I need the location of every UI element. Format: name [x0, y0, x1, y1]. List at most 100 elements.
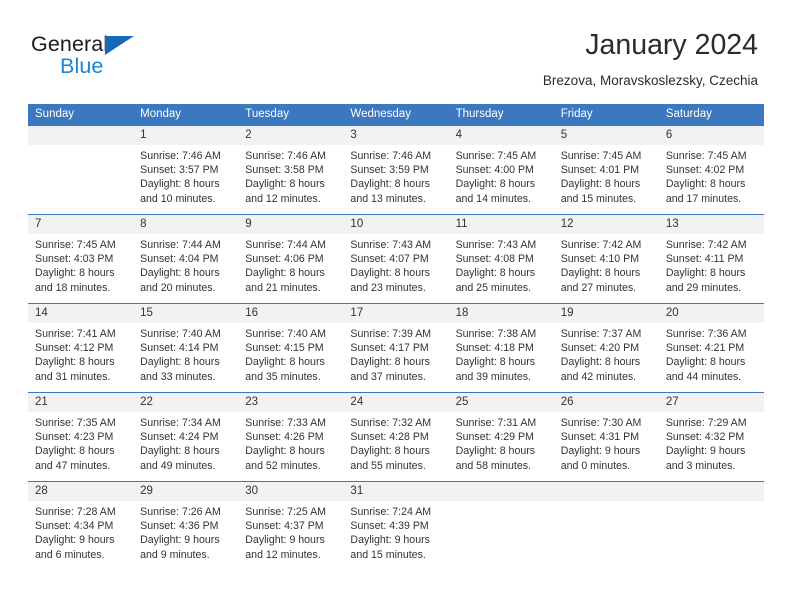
day-detail-line: Daylight: 8 hours	[455, 445, 536, 458]
day-detail-line: Sunset: 4:39 PM	[350, 520, 429, 533]
day-detail-block: Sunrise: 7:43 AM Sunset: 4:07 PM Daylight:…	[343, 234, 448, 295]
day-detail-line: Sunrise: 7:35 AM	[35, 417, 116, 429]
calendar-day-cell[interactable]: 14 Sunrise: 7:41 AM Sunset: 4:12 PM Dayligh…	[28, 303, 134, 393]
day-detail-line: Daylight: 8 hours	[350, 445, 430, 458]
calendar-day-cell[interactable]: 7 Sunrise: 7:45 AM Sunset: 4:03 PM Daylight…	[28, 214, 134, 304]
day-detail-line: Daylight: 8 hours	[245, 267, 325, 280]
calendar-day-cell[interactable]: 20 Sunrise: 7:36 AM Sunset: 4:21 PM Dayligh…	[658, 303, 764, 393]
day-detail-line: Sunrise: 7:42 AM	[665, 239, 747, 251]
calendar-week-row: 14 Sunrise: 7:41 AM Sunset: 4:12 PM Dayligh…	[28, 303, 764, 393]
calendar-day-cell[interactable]: 28 Sunrise: 7:28 AM Sunset: 4:34 PM Dayligh…	[28, 481, 134, 570]
day-detail-line: Sunset: 4:03 PM	[35, 253, 114, 266]
page-title: January 2024	[585, 29, 758, 61]
day-number	[28, 126, 134, 145]
day-detail-line: and 39 minutes.	[455, 370, 531, 383]
day-detail-line: and 42 minutes.	[560, 370, 637, 383]
calendar-day-cell[interactable]: 13 Sunrise: 7:42 AM Sunset: 4:11 PM Dayligh…	[658, 214, 764, 304]
calendar-week-row: 28 Sunrise: 7:28 AM Sunset: 4:34 PM Dayligh…	[28, 481, 764, 570]
calendar-day-cell[interactable]: 30 Sunrise: 7:25 AM Sunset: 4:37 PM Dayligh…	[238, 481, 344, 570]
day-detail-block: Sunrise: 7:44 AM Sunset: 4:04 PM Daylight:…	[133, 234, 238, 295]
day-detail-line: Daylight: 8 hours	[35, 445, 115, 458]
day-detail-line: Sunrise: 7:34 AM	[140, 417, 221, 429]
day-detail-line: Sunrise: 7:46 AM	[350, 150, 432, 162]
day-number: 16	[238, 304, 344, 323]
day-detail-block: Sunrise: 7:45 AM Sunset: 4:01 PM Daylight:…	[554, 145, 659, 206]
day-detail-block: Sunrise: 7:45 AM Sunset: 4:00 PM Daylight:…	[449, 145, 554, 206]
calendar-day-cell[interactable]: 16 Sunrise: 7:40 AM Sunset: 4:15 PM Dayligh…	[238, 303, 344, 393]
calendar-day-cell[interactable]: 24 Sunrise: 7:32 AM Sunset: 4:28 PM Dayligh…	[343, 392, 449, 482]
day-number: 19	[553, 304, 659, 323]
day-detail-line: Sunrise: 7:40 AM	[140, 328, 221, 340]
calendar-day-cell[interactable]: 2 Sunrise: 7:46 AM Sunset: 3:58 PM Daylight…	[238, 126, 344, 215]
day-detail-line: Sunrise: 7:39 AM	[350, 328, 432, 340]
day-detail-line: Daylight: 8 hours	[140, 178, 220, 191]
calendar-day-cell[interactable]: 1 Sunrise: 7:46 AM Sunset: 3:57 PM Daylight…	[133, 126, 239, 215]
day-detail-line: Sunset: 4:07 PM	[350, 253, 429, 266]
day-detail-line: Sunset: 4:36 PM	[140, 520, 219, 533]
day-number: 7	[28, 215, 134, 234]
day-detail-line: Daylight: 8 hours	[455, 267, 536, 280]
day-detail-line: and 37 minutes.	[350, 370, 426, 383]
calendar-day-cell[interactable]: 8 Sunrise: 7:44 AM Sunset: 4:04 PM Daylight…	[133, 214, 239, 304]
day-number: 29	[133, 482, 239, 501]
calendar-day-cell[interactable]: 3 Sunrise: 7:46 AM Sunset: 3:59 PM Daylight…	[343, 126, 449, 215]
day-detail-line: Sunset: 4:26 PM	[245, 431, 324, 444]
day-detail-line: Sunrise: 7:33 AM	[245, 417, 326, 429]
day-number: 14	[28, 304, 134, 323]
day-detail-line: Sunset: 3:58 PM	[245, 164, 324, 177]
calendar-day-cell[interactable]: 10 Sunrise: 7:43 AM Sunset: 4:07 PM Dayligh…	[343, 214, 449, 304]
day-detail-line: Sunset: 4:08 PM	[455, 253, 534, 266]
calendar-day-cell[interactable]: 29 Sunrise: 7:26 AM Sunset: 4:36 PM Dayligh…	[133, 481, 239, 570]
day-detail-line: Daylight: 8 hours	[350, 178, 430, 191]
day-detail-line: Sunrise: 7:32 AM	[350, 417, 432, 429]
calendar-day-cell[interactable]: 31 Sunrise: 7:24 AM Sunset: 4:39 PM Dayligh…	[343, 481, 449, 570]
calendar-day-cell[interactable]: 27 Sunrise: 7:29 AM Sunset: 4:32 PM Dayligh…	[658, 392, 764, 482]
calendar-day-cell[interactable]: 15 Sunrise: 7:40 AM Sunset: 4:14 PM Dayligh…	[133, 303, 239, 393]
day-number: 5	[553, 126, 659, 145]
calendar-day-cell[interactable]: 18 Sunrise: 7:38 AM Sunset: 4:18 PM Dayligh…	[448, 303, 554, 393]
weekday-header-saturday: Saturday	[658, 104, 764, 126]
day-detail-block: Sunrise: 7:36 AM Sunset: 4:21 PM Daylight:…	[659, 323, 764, 384]
day-detail-block: Sunrise: 7:40 AM Sunset: 4:14 PM Daylight:…	[133, 323, 238, 384]
day-detail-line: Sunset: 4:17 PM	[350, 342, 429, 355]
day-detail-line: Sunset: 4:24 PM	[140, 431, 219, 444]
day-detail-line: Daylight: 8 hours	[665, 267, 746, 280]
day-number: 30	[238, 482, 344, 501]
calendar-day-cell[interactable]: 19 Sunrise: 7:37 AM Sunset: 4:20 PM Dayligh…	[553, 303, 659, 393]
calendar-day-cell[interactable]: 23 Sunrise: 7:33 AM Sunset: 4:26 PM Dayligh…	[238, 392, 344, 482]
day-detail-line: Daylight: 8 hours	[140, 356, 220, 369]
day-detail-line: and 58 minutes.	[455, 459, 531, 472]
day-detail-line: and 15 minutes.	[560, 192, 637, 205]
calendar-day-cell[interactable]: 12 Sunrise: 7:42 AM Sunset: 4:10 PM Dayligh…	[553, 214, 659, 304]
calendar-day-cell[interactable]: 17 Sunrise: 7:39 AM Sunset: 4:17 PM Dayligh…	[343, 303, 449, 393]
day-detail-line: Sunrise: 7:40 AM	[245, 328, 326, 340]
day-detail-line: Sunrise: 7:38 AM	[455, 328, 537, 340]
calendar-day-cell[interactable]: 26 Sunrise: 7:30 AM Sunset: 4:31 PM Dayligh…	[553, 392, 659, 482]
calendar-day-cell[interactable]: 5 Sunrise: 7:45 AM Sunset: 4:01 PM Daylight…	[553, 126, 659, 215]
weekday-header-row: Sunday Monday Tuesday Wednesday Thursday…	[28, 104, 764, 126]
day-detail-line: Daylight: 8 hours	[455, 356, 536, 369]
calendar-day-cell[interactable]: 11 Sunrise: 7:43 AM Sunset: 4:08 PM Dayligh…	[448, 214, 554, 304]
calendar-day-cell[interactable]: 6 Sunrise: 7:45 AM Sunset: 4:02 PM Daylight…	[658, 126, 764, 215]
day-number: 15	[133, 304, 239, 323]
day-detail-line: Sunrise: 7:43 AM	[350, 239, 432, 251]
day-detail-line: and 17 minutes.	[665, 192, 742, 205]
day-detail-line: and 12 minutes.	[245, 192, 321, 205]
day-detail-block: Sunrise: 7:41 AM Sunset: 4:12 PM Daylight:…	[28, 323, 133, 384]
calendar-day-cell[interactable]: 4 Sunrise: 7:45 AM Sunset: 4:00 PM Daylight…	[448, 126, 554, 215]
calendar-day-cell[interactable]: 25 Sunrise: 7:31 AM Sunset: 4:29 PM Dayligh…	[448, 392, 554, 482]
calendar-day-cell[interactable]: 9 Sunrise: 7:44 AM Sunset: 4:06 PM Daylight…	[238, 214, 344, 304]
day-detail-line: Daylight: 9 hours	[35, 534, 115, 547]
calendar-day-cell[interactable]: 22 Sunrise: 7:34 AM Sunset: 4:24 PM Dayligh…	[133, 392, 239, 482]
logo-text-blue: Blue	[60, 54, 104, 78]
day-number: 4	[448, 126, 554, 145]
day-detail-line: and 6 minutes.	[35, 548, 105, 561]
day-detail-line: Sunset: 4:10 PM	[560, 253, 640, 266]
day-detail-line: Daylight: 8 hours	[560, 356, 641, 369]
calendar-day-cell[interactable]: 21 Sunrise: 7:35 AM Sunset: 4:23 PM Dayligh…	[28, 392, 134, 482]
day-detail-line: Sunset: 4:02 PM	[665, 164, 745, 177]
day-detail-line: Sunset: 4:32 PM	[665, 431, 745, 444]
day-detail-line: Daylight: 8 hours	[665, 356, 746, 369]
day-detail-block	[659, 501, 764, 505]
day-detail-line: and 20 minutes.	[140, 281, 216, 294]
